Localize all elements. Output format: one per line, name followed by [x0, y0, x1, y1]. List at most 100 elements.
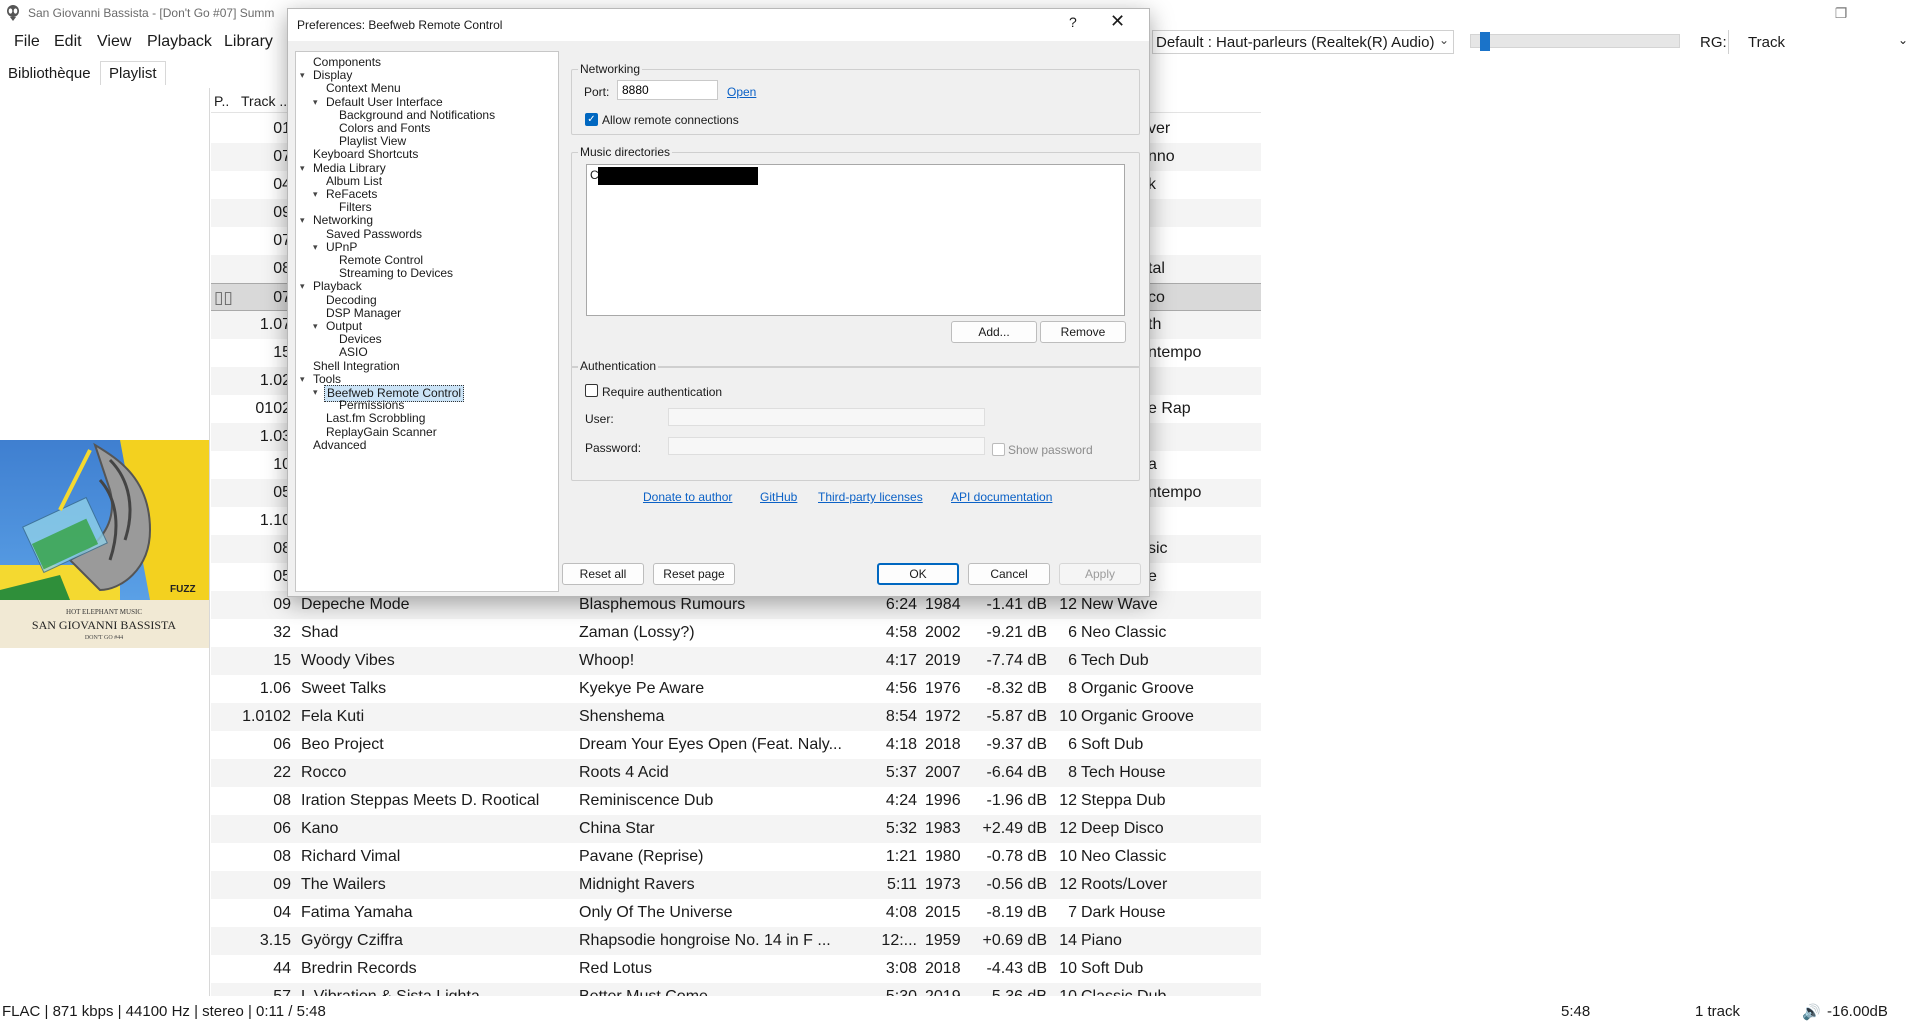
preferences-tree[interactable]: Components ▾ Display Context Menu ▾ Default U… [295, 51, 559, 592]
menu-library[interactable]: Library [224, 33, 273, 51]
tab-playlist[interactable]: Playlist [100, 61, 166, 85]
menu-view[interactable]: View [97, 33, 131, 51]
playlist-row[interactable]: 44 Bredrin Records Red Lotus 3:08 2018 -4.43 … [211, 955, 1261, 983]
music-directories-list[interactable]: C [586, 164, 1125, 316]
password-input[interactable] [668, 437, 985, 455]
cell-track: 05 [273, 568, 291, 585]
cell-rating: 6 [1068, 652, 1077, 669]
expand-chevron-icon[interactable]: ▾ [300, 281, 305, 292]
playlist-row[interactable]: 3.15 György Cziffra Rhapsodie hongroise No… [211, 927, 1261, 955]
cell-title: Shenshema [579, 708, 665, 725]
status-bar: FLAC | 871 kbps | 44100 Hz | stereo | 0:… [0, 1000, 1907, 1021]
expand-chevron-icon[interactable]: ▾ [313, 189, 318, 200]
ok-button[interactable]: OK [877, 563, 959, 585]
cell-genre: Neo Classic [1081, 848, 1167, 865]
cell-track: 10 [273, 456, 291, 473]
playlist-row[interactable]: 1.0102 Fela Kuti Shenshema 8:54 1972 -5.87 dB… [211, 703, 1261, 731]
expand-chevron-icon[interactable]: ▾ [313, 321, 318, 332]
restore-button[interactable]: ❐ [1819, 0, 1863, 26]
playlist-row[interactable]: 09 The Wailers Midnight Ravers 5:11 1973 -0.5… [211, 871, 1261, 899]
third-party-licenses-link[interactable]: Third-party licenses [818, 490, 923, 504]
chevron-down-icon: ⌄ [1438, 33, 1449, 47]
cell-title: Red Lotus [579, 960, 652, 977]
cell-genre: tal [1148, 260, 1165, 277]
redacted-path [598, 167, 758, 185]
expand-chevron-icon[interactable]: ▾ [313, 387, 318, 398]
cell-track: 07 [273, 232, 291, 249]
cell-length: 5:11 [887, 876, 917, 893]
cell-rating: 8 [1068, 764, 1077, 781]
cell-track: 1.02 [259, 372, 291, 389]
donate-link[interactable]: Donate to author [643, 490, 732, 504]
cell-track: 1.07 [259, 316, 291, 333]
playlist-row[interactable]: 1.06 Sweet Talks Kyekye Pe Aware 4:56 1976 -8… [211, 675, 1261, 703]
playlist-row[interactable]: 15 Woody Vibes Whoop! 4:17 2019 -7.74 dB 6 Tech… [211, 647, 1261, 675]
show-password-checkbox[interactable] [992, 443, 1005, 456]
remove-directory-button[interactable]: Remove [1040, 321, 1126, 343]
user-input[interactable] [668, 408, 985, 426]
playlist-row[interactable]: 06 Kano China Star 5:32 1983 +2.49 dB 12 Deep D… [211, 815, 1261, 843]
menu-file[interactable]: File [14, 33, 40, 51]
dialog-close-button[interactable]: ✕ [1110, 11, 1125, 32]
tab-bibliotheque[interactable]: Bibliothèque [8, 65, 91, 82]
expand-chevron-icon[interactable]: ▾ [300, 70, 305, 81]
cell-rg: -0.78 dB [986, 848, 1047, 865]
menu-playback[interactable]: Playback [147, 33, 212, 51]
album-art: FUZZ HOT ELEPHANT MUSIC SAN GIOVANNI BAS… [0, 440, 209, 648]
expand-chevron-icon[interactable]: ▾ [300, 215, 305, 226]
reset-page-button[interactable]: Reset page [653, 563, 735, 585]
cell-length: 3:08 [885, 960, 917, 977]
cell-title: Roots 4 Acid [579, 764, 669, 781]
replaygain-mode-select[interactable]: Track ⌄ [1728, 30, 1907, 54]
playlist-row[interactable]: 57 L Vibration & Sista Lighta Better Must … [211, 983, 1261, 996]
cell-genre: Piano [1081, 932, 1122, 949]
cell-rating: 12 [1059, 792, 1077, 809]
volume-slider-thumb[interactable] [1479, 32, 1490, 51]
replaygain-mode-value: Track [1748, 34, 1785, 51]
playlist-row[interactable]: 08 Iration Steppas Meets D. Rootical Remin… [211, 787, 1261, 815]
expand-chevron-icon[interactable]: ▾ [300, 374, 305, 385]
reset-all-button[interactable]: Reset all [562, 563, 644, 585]
cell-track: 57 [211, 988, 291, 996]
volume-slider[interactable] [1470, 34, 1680, 48]
cell-title: Blasphemous Rumours [579, 596, 746, 613]
playlist-row[interactable]: 22 Rocco Roots 4 Acid 5:37 2007 -6.64 dB 8 Tech… [211, 759, 1261, 787]
cell-genre: ntempo [1148, 484, 1202, 501]
cell-genre: Tech House [1081, 764, 1166, 781]
port-input[interactable] [617, 80, 718, 100]
column-header-playing[interactable]: P.. [214, 93, 229, 109]
expand-chevron-icon[interactable]: ▾ [313, 97, 318, 108]
github-link[interactable]: GitHub [760, 490, 797, 504]
playlist-row[interactable]: 04 Fatima Yamaha Only Of The Universe 4:08 2… [211, 899, 1261, 927]
require-auth-checkbox[interactable] [585, 384, 598, 397]
cell-title: Midnight Ravers [579, 876, 695, 893]
column-header-track[interactable]: Track ... [241, 93, 291, 109]
cell-track: 09 [273, 204, 291, 221]
port-label: Port: [584, 85, 610, 99]
add-directory-button[interactable]: Add... [951, 321, 1037, 343]
cell-genre: k [1148, 176, 1156, 193]
allow-remote-checkbox[interactable]: ✓ [585, 113, 598, 126]
cell-track: 1.0102 [242, 708, 291, 725]
cell-track: 08 [273, 792, 291, 809]
cell-track: 1.06 [259, 680, 291, 697]
cell-artist: Richard Vimal [301, 848, 401, 865]
apply-button[interactable]: Apply [1059, 563, 1141, 585]
cell-genre: Deep Disco [1081, 820, 1164, 837]
expand-chevron-icon[interactable]: ▾ [300, 163, 305, 174]
menu-edit[interactable]: Edit [54, 33, 82, 51]
playlist-row[interactable]: 06 Beo Project Dream Your Eyes Open (Feat.… [211, 731, 1261, 759]
playlist-row[interactable]: 32 Shad Zaman (Lossy?) 4:58 2002 -9.21 dB 6 Neo… [211, 619, 1261, 647]
cell-track: 32 [273, 624, 291, 641]
expand-chevron-icon[interactable]: ▾ [313, 242, 318, 253]
speaker-icon[interactable]: 🔊 [1802, 1003, 1821, 1021]
music-directories-group-title: Music directories [578, 145, 673, 159]
api-documentation-link[interactable]: API documentation [951, 490, 1052, 504]
playlist-row[interactable]: 08 Richard Vimal Pavane (Reprise) 1:21 1980-… [211, 843, 1261, 871]
output-device-select[interactable]: Default : Haut-parleurs (Realtek(R) Audi… [1152, 30, 1454, 54]
tree-item-advanced[interactable]: Advanced [313, 438, 366, 453]
help-icon[interactable]: ? [1069, 14, 1077, 30]
open-link[interactable]: Open [727, 85, 756, 99]
cancel-button[interactable]: Cancel [968, 563, 1050, 585]
album-artist: SAN GIOVANNI BASSISTA [32, 618, 177, 632]
